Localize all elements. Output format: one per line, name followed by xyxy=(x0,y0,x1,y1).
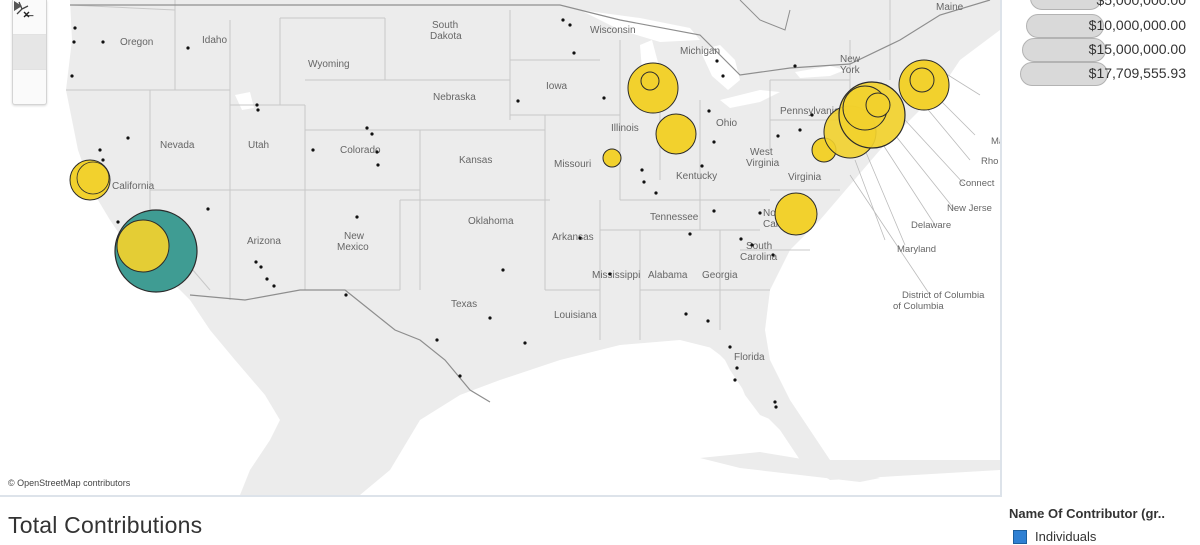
state-label: Mississippi xyxy=(592,270,640,281)
state-label: Virginia xyxy=(746,158,780,169)
callout-label: Ma xyxy=(991,136,1000,147)
color-legend-label: Individuals xyxy=(1035,529,1097,544)
callout-label: Maryland xyxy=(897,244,936,255)
state-label: Utah xyxy=(248,140,269,151)
state-label: South xyxy=(432,20,458,31)
state-label: Illinois xyxy=(611,123,639,134)
callout-label: New Jerse xyxy=(947,203,992,214)
chart-title: Total Contributions xyxy=(8,512,203,538)
expand-toolbar-button[interactable] xyxy=(13,1,46,104)
callout-label: District of Columbia xyxy=(902,290,985,301)
callout-label: Connect xyxy=(959,178,995,189)
color-swatch xyxy=(1013,529,1027,544)
callout-label: Delaware xyxy=(911,220,951,231)
state-label: Dakota xyxy=(430,31,462,42)
state-label: Nevada xyxy=(160,140,195,151)
map-attribution[interactable]: © OpenStreetMap contributors xyxy=(8,478,130,488)
callout-label: Rho xyxy=(981,156,998,167)
state-label: Texas xyxy=(451,299,477,310)
bubble-chicago xyxy=(627,62,679,114)
size-legend-label: $15,000,000.00 xyxy=(1088,41,1186,57)
state-label: Nebraska xyxy=(433,92,476,103)
state-label: Oregon xyxy=(120,37,153,48)
state-label: Mexico xyxy=(337,242,369,253)
state-label: Kentucky xyxy=(676,171,717,182)
state-label: Michigan xyxy=(680,46,720,57)
state-label: Florida xyxy=(734,352,765,363)
bubble-boston xyxy=(898,59,950,111)
state-label: Wisconsin xyxy=(590,25,636,36)
size-legend-label: $17,709,555.93 xyxy=(1088,65,1186,81)
bubble-st-louis xyxy=(602,148,622,168)
size-swatch xyxy=(1030,0,1102,10)
pan-selection-button[interactable] xyxy=(13,1,46,69)
color-legend-item[interactable]: Individuals xyxy=(1013,529,1096,544)
state-label: Maine xyxy=(936,2,964,13)
state-label: Alabama xyxy=(648,270,688,281)
state-label: Iowa xyxy=(546,81,568,92)
bubble-indiana xyxy=(655,113,697,155)
state-label: New xyxy=(344,231,365,242)
callout-label: of Columbia xyxy=(893,301,944,312)
state-label: Carolina xyxy=(740,252,778,263)
state-label: Idaho xyxy=(202,35,227,46)
map-view[interactable]: Oregon Idaho Wyoming South Dakota Wiscon… xyxy=(0,0,1002,497)
state-label: Kansas xyxy=(459,155,492,166)
state-label: Colorado xyxy=(340,145,381,156)
state-label: Ohio xyxy=(716,118,738,129)
map-toolbar: − xyxy=(12,0,47,105)
state-label: South xyxy=(746,241,772,252)
state-label: Georgia xyxy=(702,270,738,281)
state-label: Louisiana xyxy=(554,310,597,321)
bubble-los-angeles xyxy=(116,219,170,273)
state-label: Missouri xyxy=(554,159,591,170)
state-label: Arizona xyxy=(247,236,281,247)
color-legend-title: Name Of Contributor (gr.. xyxy=(1009,506,1165,521)
play-triangle-icon xyxy=(14,1,22,11)
state-label: Arkansas xyxy=(552,232,594,243)
state-label: Tennessee xyxy=(650,212,699,223)
us-contributions-map[interactable]: Oregon Idaho Wyoming South Dakota Wiscon… xyxy=(0,0,1000,495)
size-legend-label: $5,000,000.00 xyxy=(1096,0,1186,8)
state-label: New xyxy=(840,54,861,65)
size-legend: $5,000,000.00 $10,000,000.00 $15,000,000… xyxy=(1010,0,1200,100)
state-label: California xyxy=(112,181,155,192)
state-label: West xyxy=(750,147,773,158)
state-label: Oklahoma xyxy=(468,216,514,227)
state-label: Virginia xyxy=(788,172,822,183)
state-label: York xyxy=(840,65,861,76)
bubble-north-carolina xyxy=(774,192,818,236)
size-legend-label: $10,000,000.00 xyxy=(1088,17,1186,33)
state-label: Wyoming xyxy=(308,59,350,70)
